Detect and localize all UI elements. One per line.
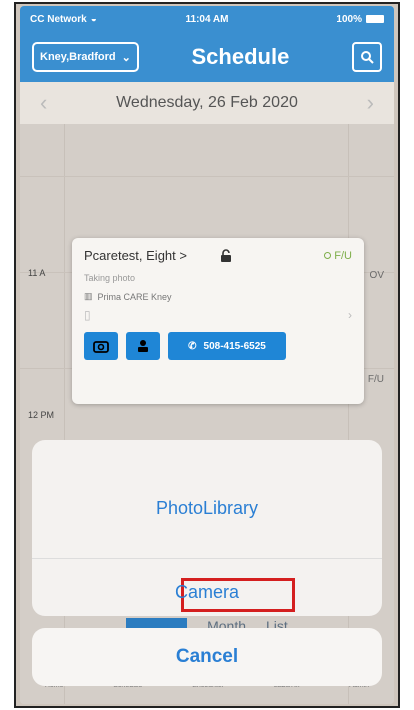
appointment-tag[interactable]: OV bbox=[370, 270, 384, 281]
navigation-bar: Kney,Bradford ⌄ Schedule bbox=[20, 32, 394, 82]
status-bar: CC Network ◒ 11:04 AM 100% bbox=[20, 6, 394, 32]
document-icon: ▯ bbox=[84, 308, 91, 322]
provider-label: Kney,Bradford bbox=[40, 51, 116, 63]
photo-library-option[interactable]: PhotoLibrary bbox=[32, 498, 382, 519]
chevron-down-icon: ⌄ bbox=[121, 51, 131, 64]
time-label: 12 PM bbox=[28, 410, 55, 420]
battery-percent: 100% bbox=[336, 13, 362, 25]
status-badge: F/U bbox=[324, 250, 352, 262]
status-dot-icon bbox=[324, 252, 332, 259]
appointment-note: Taking photo bbox=[84, 273, 136, 283]
location-label: Prima CARE Kney bbox=[97, 291, 172, 302]
cancel-button[interactable]: Cancel bbox=[32, 628, 382, 686]
unlock-icon[interactable] bbox=[219, 248, 233, 263]
building-icon: ▥ bbox=[84, 291, 93, 301]
grid-row-line bbox=[20, 176, 394, 177]
previous-day-icon[interactable]: ‹ bbox=[40, 90, 47, 116]
time-label: 11 A bbox=[28, 268, 46, 278]
date-navigator: ‹ Wednesday, 26 Feb 2020 › bbox=[20, 82, 394, 124]
document-row[interactable]: ▯ › bbox=[84, 308, 352, 322]
location-row: ▥ Prima CARE Kney bbox=[84, 291, 352, 302]
sheet-divider bbox=[32, 558, 382, 559]
chevron-right-icon: › bbox=[348, 308, 352, 322]
patient-profile-button[interactable] bbox=[126, 332, 160, 360]
provider-selector[interactable]: Kney,Bradford ⌄ bbox=[32, 42, 139, 72]
status-time: 11:04 AM bbox=[185, 13, 229, 25]
wifi-icon: ◒ bbox=[90, 13, 97, 25]
calendar-grid: 11 A 12 PM OV F/U bbox=[20, 124, 394, 704]
camera-icon bbox=[93, 341, 109, 353]
page-title: Schedule bbox=[191, 44, 290, 69]
grid-column-line bbox=[348, 124, 349, 704]
next-day-icon[interactable]: › bbox=[367, 90, 374, 116]
patient-name[interactable]: Pcaretest, Eight > bbox=[84, 248, 187, 263]
carrier-label: CC Network bbox=[30, 13, 87, 25]
status-label: F/U bbox=[334, 249, 352, 262]
appointment-tag[interactable]: F/U bbox=[368, 374, 384, 385]
phone-screen: CC Network ◒ 11:04 AM 100% Kney,Bradford… bbox=[20, 6, 394, 704]
search-button[interactable] bbox=[352, 42, 382, 72]
camera-option[interactable]: Camera bbox=[32, 582, 382, 603]
action-sheet: PhotoLibrary Camera bbox=[32, 440, 382, 616]
card-actions: ✆ 508-415-6525 bbox=[84, 332, 352, 360]
phone-number: 508-415-6525 bbox=[203, 340, 266, 352]
screenshot-frame: CC Network ◒ 11:04 AM 100% Kney,Bradford… bbox=[14, 2, 400, 708]
call-button[interactable]: ✆ 508-415-6525 bbox=[168, 332, 286, 360]
search-icon bbox=[361, 51, 374, 64]
phone-icon: ✆ bbox=[188, 340, 197, 352]
grid-column-line bbox=[64, 124, 65, 704]
person-icon bbox=[138, 340, 148, 352]
appointment-card[interactable]: Pcaretest, Eight > F/U Taking photo ▥ Pr… bbox=[72, 238, 364, 404]
camera-button[interactable] bbox=[84, 332, 118, 360]
current-date: Wednesday, 26 Feb 2020 bbox=[116, 94, 298, 111]
battery-icon bbox=[366, 15, 384, 23]
